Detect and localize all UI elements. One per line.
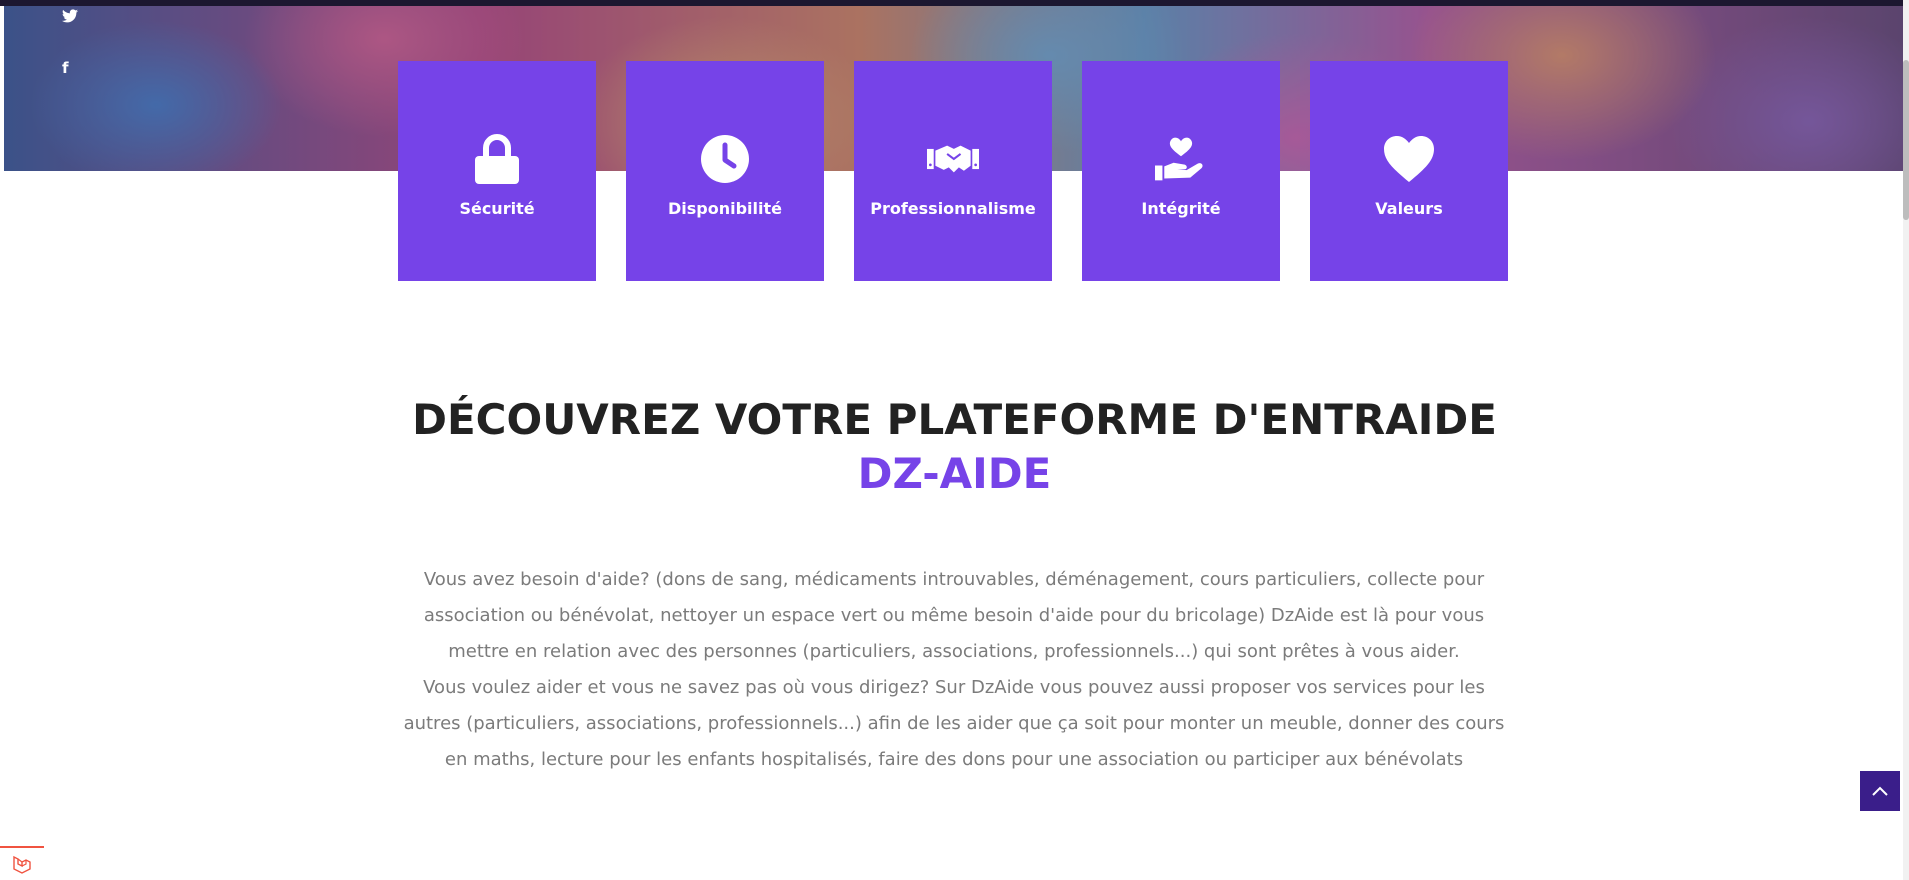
heart-icon [1383, 133, 1435, 185]
clock-icon [699, 133, 751, 185]
laravel-logo-shape [13, 855, 31, 874]
facebook-icon[interactable]: f [62, 61, 69, 76]
hand-heart-icon [1155, 133, 1207, 185]
feature-label: Professionnalisme [870, 199, 1036, 218]
feature-label: Sécurité [459, 199, 535, 218]
page-scrollbar-thumb[interactable] [1903, 60, 1909, 220]
back-to-top-button[interactable] [1860, 771, 1900, 811]
handshake-icon [927, 133, 979, 185]
feature-card-securite[interactable]: Sécurité [398, 61, 596, 281]
feature-card-valeurs[interactable]: Valeurs [1310, 61, 1508, 281]
feature-cards: Sécurité Disponibilité Professionnalisme… [398, 61, 1508, 281]
description-paragraph: Vous voulez aider et vous ne savez pas o… [403, 677, 1505, 770]
brand-name: DZ-AIDE [857, 449, 1052, 498]
section-description: Vous avez besoin d'aide? (dons de sang, … [396, 562, 1512, 778]
feature-card-disponibilite[interactable]: Disponibilité [626, 61, 824, 281]
laravel-debugbar-icon[interactable] [0, 846, 44, 880]
lock-icon [471, 133, 523, 185]
chevron-up-icon [1872, 786, 1888, 796]
section-title: DÉCOUVREZ VOTRE PLATEFORME D'ENTRAIDE DZ… [0, 393, 1909, 501]
feature-label: Intégrité [1141, 199, 1221, 218]
page: f Sécurité Disponibilité Professionnalis… [0, 0, 1909, 880]
feature-card-professionnalisme[interactable]: Professionnalisme [854, 61, 1052, 281]
twitter-icon[interactable] [62, 9, 78, 26]
feature-label: Disponibilité [667, 199, 782, 218]
description-paragraph: Vous avez besoin d'aide? (dons de sang, … [423, 569, 1485, 662]
twitter-bird-shape [62, 9, 78, 23]
feature-label: Valeurs [1375, 199, 1443, 218]
feature-card-integrite[interactable]: Intégrité [1082, 61, 1280, 281]
section-title-text: DÉCOUVREZ VOTRE PLATEFORME D'ENTRAIDE [412, 395, 1497, 444]
